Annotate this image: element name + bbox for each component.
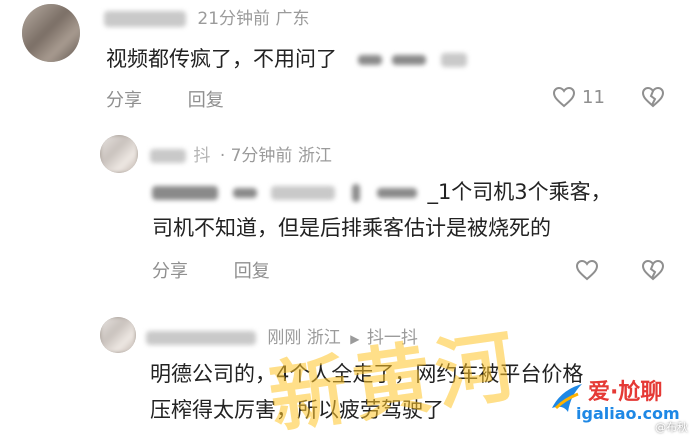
logo-title: 爱·尬聊: [588, 380, 663, 405]
comment-text-line-2: 压榨得太厉害，所以疲劳驾驶了: [150, 398, 444, 422]
username-redacted: [150, 149, 186, 163]
comment-text-line-1: 明德公司的，4个人全走了，网约车被平台价格: [150, 362, 584, 386]
comment-text: 视频都传疯了，不用问了: [106, 42, 468, 76]
redacted-text: [232, 188, 257, 198]
comment-text-visible: 视频都传疯了，不用问了: [106, 47, 337, 71]
comment-2: 抖 · 7分钟前 浙江 _1个司机3个乘客， 司机不知道，但是后排乘客估计是被烧…: [0, 125, 700, 300]
like-button[interactable]: 11: [552, 86, 605, 108]
comment-actions: 分享 回复: [106, 86, 264, 112]
comment-meta: 抖 · 7分钟前 浙江: [150, 141, 332, 166]
comment-text-visible: _1个司机3个乘客，: [427, 180, 612, 204]
comment-text-line-1: _1个司机3个乘客，: [152, 175, 612, 209]
redacted-text: [357, 55, 382, 65]
comment-1: 21分钟前 广东 视频都传疯了，不用问了 分享 回复 11: [0, 0, 700, 120]
like-count: 11: [582, 86, 605, 108]
redacted-text: [152, 186, 218, 200]
username-redacted: [146, 331, 256, 345]
time-location: 刚刚 浙江: [267, 328, 341, 348]
redacted-text: [271, 186, 336, 200]
source-link[interactable]: 抖一抖: [367, 328, 418, 348]
username-fragment: 抖: [193, 146, 211, 166]
time-location: · 7分钟前 浙江: [219, 146, 332, 166]
username-redacted: [104, 11, 186, 27]
weibo-watermark: @布秋: [655, 421, 688, 434]
redacted-text: [441, 53, 468, 67]
dislike-broken-heart-icon[interactable]: [640, 86, 666, 108]
avatar[interactable]: [100, 135, 138, 173]
redacted-text: [392, 55, 427, 65]
redacted-text: [376, 188, 417, 198]
share-button[interactable]: 分享: [106, 86, 142, 112]
comment-meta: 刚刚 浙江 ▶ 抖一抖: [146, 323, 418, 348]
avatar[interactable]: [22, 4, 80, 62]
avatar[interactable]: [100, 317, 136, 353]
heart-icon[interactable]: [575, 259, 599, 281]
comment-text-line-2: 司机不知道，但是后排乘客估计是被烧死的: [152, 216, 551, 240]
reply-button[interactable]: 回复: [188, 86, 224, 112]
comment-actions: 分享 回复: [152, 257, 310, 283]
share-button[interactable]: 分享: [152, 257, 188, 283]
reply-button[interactable]: 回复: [234, 257, 270, 283]
play-icon: ▶: [350, 332, 360, 346]
dislike-broken-heart-icon[interactable]: [640, 259, 666, 281]
comment-meta: 21分钟前 广东: [104, 4, 309, 29]
heart-icon: [552, 86, 576, 108]
time-location: 21分钟前 广东: [197, 9, 310, 29]
redacted-text: [352, 184, 361, 202]
